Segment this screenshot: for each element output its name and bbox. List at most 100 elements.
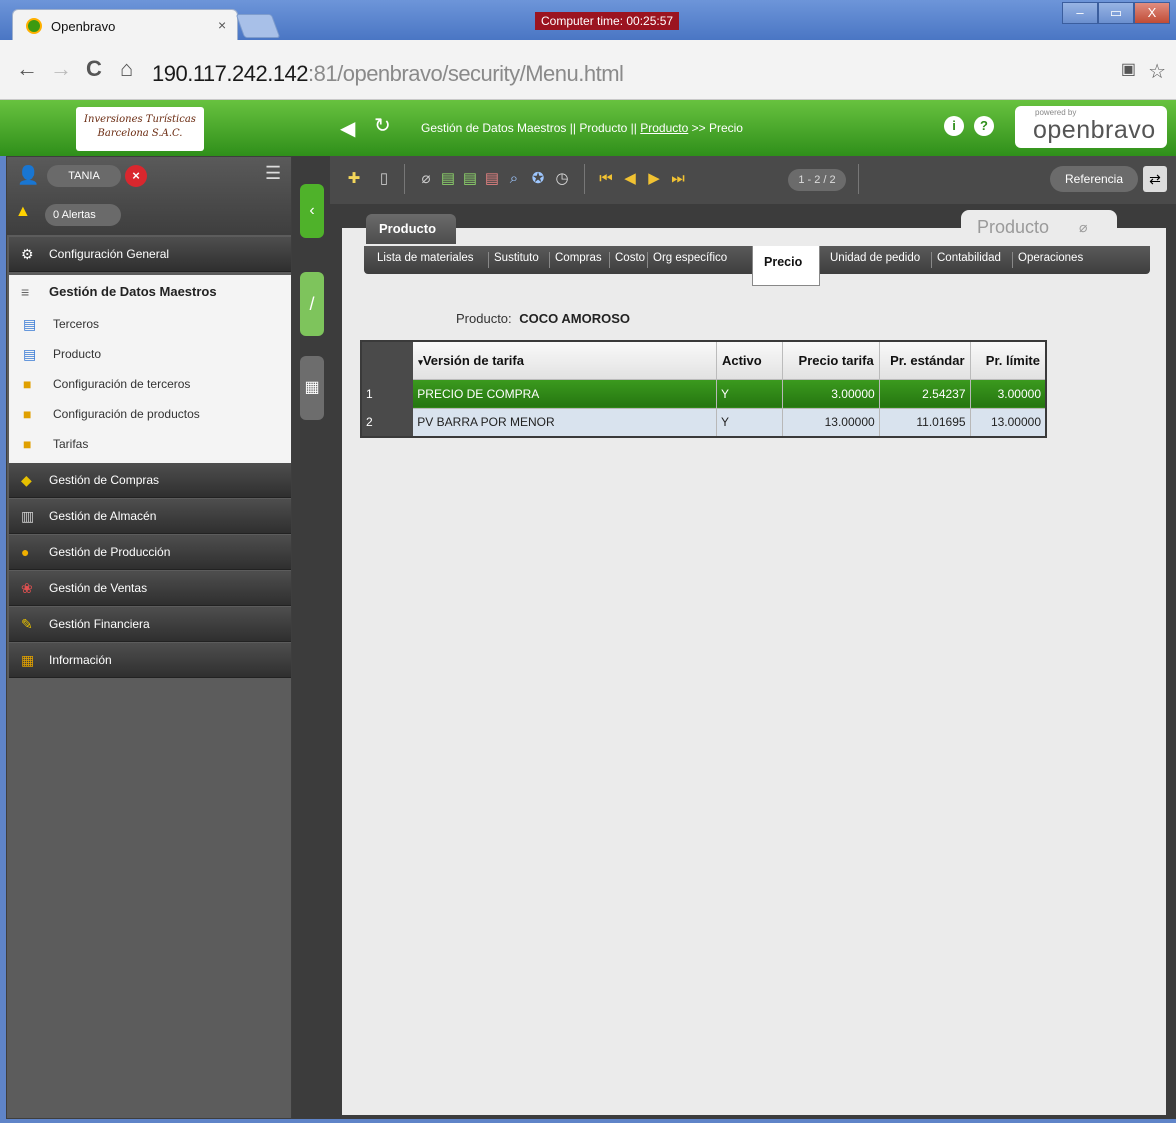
previous-record-icon[interactable]: ◀: [618, 166, 642, 192]
next-record-icon[interactable]: ▶: [642, 166, 666, 192]
database-icon: ≡: [21, 284, 30, 300]
back-arrow-icon[interactable]: ←: [16, 56, 38, 82]
new-tab-button[interactable]: [235, 14, 281, 38]
cell-precio-tarifa[interactable]: 3.00000: [781, 378, 880, 409]
cell-activo[interactable]: Y: [715, 407, 783, 438]
info-icon[interactable]: i: [944, 116, 964, 136]
tab-costo[interactable]: Costo: [615, 252, 645, 264]
tab-precio[interactable]: Precio: [752, 246, 820, 286]
column-header-precio-tarifa[interactable]: Precio tarifa: [781, 340, 880, 380]
tab-lista-materiales[interactable]: Lista de materiales: [377, 252, 474, 264]
product-field: Producto: COCO AMOROSO: [456, 311, 630, 326]
brand-name: openbravo: [1033, 116, 1156, 144]
minimize-button[interactable]: –: [1062, 2, 1098, 24]
menu-label: Gestión de Producción: [49, 545, 171, 559]
alerts-badge[interactable]: 0 Alertas: [45, 204, 121, 226]
menu-informacion[interactable]: ▦ Información: [9, 643, 291, 678]
section-header[interactable]: ≡ Gestión de Datos Maestros: [9, 275, 291, 309]
grid-view-button[interactable]: ▦: [300, 356, 324, 420]
reference-icon[interactable]: ⇄: [1143, 166, 1167, 192]
cell-activo[interactable]: Y: [715, 378, 783, 409]
close-window-button[interactable]: X: [1134, 2, 1170, 24]
tab-org-especifico[interactable]: Org específico: [653, 252, 727, 264]
reference-button[interactable]: Referencia: [1050, 166, 1138, 192]
cell-pr-limite[interactable]: 3.00000: [969, 378, 1047, 409]
print-icon[interactable]: ▤: [458, 166, 482, 192]
cell-version[interactable]: PV BARRA POR MENOR: [412, 407, 717, 438]
column-header-version[interactable]: ▾Versión de tarifa: [412, 340, 717, 380]
help-icon[interactable]: ?: [974, 116, 994, 136]
url-field[interactable]: 190.117.242.142:81/openbravo/security/Me…: [152, 61, 624, 87]
menu-gestion-almacen[interactable]: ▥ Gestión de Almacén: [9, 499, 291, 534]
table-row[interactable]: 1 PRECIO DE COMPRA Y 3.00000 2.54237 3.0…: [360, 378, 1047, 409]
attachment-icon[interactable]: ⌀: [1079, 219, 1087, 236]
delete-icon[interactable]: ▯: [372, 166, 396, 192]
extension-icon[interactable]: ▣: [1121, 59, 1136, 79]
cell-pr-estandar[interactable]: 2.54237: [878, 378, 971, 409]
company-logo: Inversiones Turísticas Barcelona S.A.C.: [76, 107, 204, 151]
maximize-button[interactable]: ▭: [1098, 2, 1134, 24]
tab-unidad-pedido[interactable]: Unidad de pedido: [830, 252, 920, 264]
bookmark-star-icon[interactable]: ☆: [1148, 59, 1166, 84]
search-icon[interactable]: ⌕: [502, 166, 526, 192]
gears-icon: ⚙: [21, 246, 34, 262]
openbravo-favicon-icon: [26, 18, 42, 34]
window-titlebar: Openbravo × Computer time: 00:25:57 – ▭ …: [0, 0, 1176, 42]
refresh-icon[interactable]: ↻: [374, 113, 391, 138]
sidebar-item-producto[interactable]: ▤ Producto: [9, 339, 291, 369]
toolbar-separator: [584, 164, 585, 194]
reload-icon[interactable]: C: [86, 56, 102, 82]
first-record-icon[interactable]: ⏮: [594, 166, 618, 192]
cell-pr-estandar[interactable]: 11.01695: [878, 407, 971, 438]
collapse-menu-button[interactable]: ‹: [300, 184, 324, 238]
menu-gestion-produccion[interactable]: ● Gestión de Producción: [9, 535, 291, 570]
sidebar-item-config-terceros[interactable]: ■ Configuración de terceros: [9, 369, 291, 399]
form-view-button[interactable]: /: [300, 272, 324, 336]
back-icon[interactable]: ◀: [340, 116, 355, 141]
tab-sustituto[interactable]: Sustituto: [494, 252, 539, 264]
tab-producto[interactable]: Producto: [366, 214, 456, 244]
new-record-icon[interactable]: ✚: [342, 166, 366, 192]
last-record-icon[interactable]: ⏭: [666, 166, 690, 192]
tab-contabilidad[interactable]: Contabilidad: [937, 252, 1001, 264]
menu-gestion-ventas[interactable]: ❀ Gestión de Ventas: [9, 571, 291, 606]
logout-icon[interactable]: ×: [125, 165, 147, 187]
table-row[interactable]: 2 PV BARRA POR MENOR Y 13.00000 11.01695…: [360, 407, 1047, 438]
breadcrumb-section: Gestión de Datos Maestros: [421, 121, 567, 135]
browser-tab[interactable]: Openbravo ×: [12, 9, 238, 42]
user-bar: 👤 TANIA × ☰ ▲ 0 Alertas: [7, 157, 291, 235]
finance-icon: ✎: [21, 616, 33, 632]
cell-version[interactable]: PRECIO DE COMPRA: [412, 378, 717, 409]
attach-icon[interactable]: ⌀: [414, 166, 438, 192]
menu-list-icon[interactable]: ☰: [265, 163, 281, 184]
sidebar-item-terceros[interactable]: ▤ Terceros: [9, 309, 291, 339]
tab-compras[interactable]: Compras: [555, 252, 602, 264]
menu-gestion-compras[interactable]: ◆ Gestión de Compras: [9, 463, 291, 498]
username[interactable]: TANIA: [47, 165, 121, 187]
history-icon[interactable]: ◷: [550, 166, 574, 192]
cell-pr-limite[interactable]: 13.00000: [969, 407, 1047, 438]
menu-configuracion-general[interactable]: ⚙ Configuración General: [9, 237, 291, 272]
home-icon[interactable]: ⌂: [120, 56, 133, 82]
tab-operaciones[interactable]: Operaciones: [1018, 252, 1083, 264]
breadcrumb: Gestión de Datos Maestros || Producto ||…: [421, 121, 743, 135]
column-header-pr-limite[interactable]: Pr. límite: [969, 340, 1047, 380]
menu-label: Gestión de Almacén: [49, 509, 157, 523]
audit-icon[interactable]: ✪: [526, 166, 550, 192]
tab-close-icon[interactable]: ×: [218, 17, 226, 33]
email-icon[interactable]: ▤: [480, 166, 504, 192]
address-bar: ← → C ⌂ 190.117.242.142:81/openbravo/sec…: [0, 40, 1176, 100]
openbravo-logo: powered by openbravo: [1015, 106, 1167, 148]
breadcrumb-link-producto[interactable]: Producto: [640, 121, 688, 135]
window-controls: – ▭ X: [1062, 2, 1170, 24]
export-icon[interactable]: ▤: [436, 166, 460, 192]
sidebar-item-config-productos[interactable]: ■ Configuración de productos: [9, 399, 291, 429]
folder-icon: ■: [23, 376, 32, 392]
company-line-2: Barcelona S.A.C.: [97, 128, 183, 139]
sidebar-item-tarifas[interactable]: ■ Tarifas: [9, 429, 291, 459]
column-header-activo[interactable]: Activo: [715, 340, 783, 380]
menu-gestion-financiera[interactable]: ✎ Gestión Financiera: [9, 607, 291, 642]
forward-arrow-icon[interactable]: →: [50, 56, 72, 82]
cell-precio-tarifa[interactable]: 13.00000: [781, 407, 880, 438]
column-header-pr-estandar[interactable]: Pr. estándar: [878, 340, 971, 380]
